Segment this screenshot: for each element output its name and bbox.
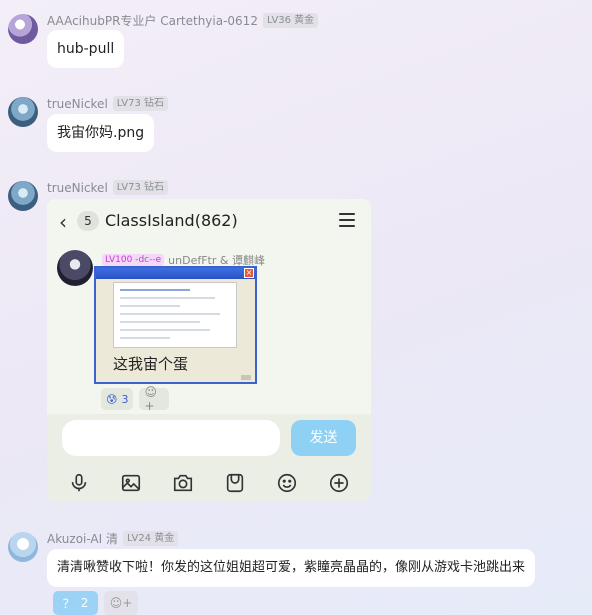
camera-icon <box>171 471 195 495</box>
anxious-face-icon: 😰 <box>106 392 118 406</box>
question-mark-icon: ？ <box>62 596 75 611</box>
unread-count-badge: 5 <box>77 211 99 231</box>
reaction-count: 3 <box>121 392 129 406</box>
level-badge: LV24 黄金 <box>123 531 179 546</box>
embedded-chat-header: ‹ 5 ClassIsland(862) <box>47 199 371 243</box>
sender-name[interactable]: Akuzoi-AI 清 <box>47 530 118 547</box>
xp-screen-thumbnail <box>113 282 237 348</box>
embedded-input-row: 发送 <box>47 414 371 464</box>
embedded-toolbar <box>47 464 371 501</box>
reaction-count: 2 <box>80 596 89 610</box>
plus-icon <box>327 471 351 495</box>
message-bubble[interactable]: 我宙你妈.png <box>47 114 155 152</box>
avatar[interactable] <box>8 14 38 44</box>
add-reaction-icon: ☺+ <box>139 385 170 413</box>
level-badge: LV73 钻石 <box>112 180 168 195</box>
sender-name[interactable]: trueNickel <box>47 181 108 195</box>
avatar[interactable] <box>8 181 38 211</box>
level-badge: LV36 黄金 <box>262 13 319 28</box>
message-bubble[interactable]: hub-pull <box>47 30 125 68</box>
inner-level-badge: LV100 -dc--e <box>102 254 165 266</box>
back-chevron-icon: ‹ <box>59 210 67 234</box>
reaction-chip[interactable]: ？ 2 <box>53 591 98 615</box>
close-icon: × <box>244 268 254 278</box>
xp-scrollbar <box>241 375 251 380</box>
image-icon <box>119 471 143 495</box>
add-reaction-button[interactable]: ☺+ <box>104 591 138 615</box>
sender-name[interactable]: trueNickel <box>47 97 108 111</box>
add-reaction-icon: ☺+ <box>109 596 133 610</box>
group-title: ClassIsland(862) <box>105 211 238 230</box>
level-badge: LV73 钻石 <box>112 96 168 111</box>
emoji-icon <box>275 471 299 495</box>
avatar[interactable] <box>8 532 38 562</box>
reaction-chip: 😰 3 <box>101 388 134 410</box>
embedded-screenshot[interactable]: ‹ 5 ClassIsland(862) LV100 -dc--e unDefF… <box>47 199 371 501</box>
xp-window-image: × 这我宙个蛋 <box>94 266 257 384</box>
image-caption: 这我宙个蛋 <box>113 355 189 373</box>
menu-icon <box>339 213 355 227</box>
microphone-icon <box>67 471 91 495</box>
sticker-icon <box>223 471 247 495</box>
message-bubble[interactable]: 清清啾赞收下啦！你发的这位姐姐超可爱，紫瞳亮晶晶的，像刚从游戏卡池跳出来 <box>47 549 536 587</box>
inner-avatar <box>57 250 93 286</box>
embedded-message-input <box>62 420 280 456</box>
xp-title-bar: × <box>96 268 255 279</box>
avatar[interactable] <box>8 97 38 127</box>
sender-name[interactable]: AAAcihubPR专业户 Cartethyia-0612 <box>47 12 258 29</box>
embedded-send-button: 发送 <box>291 420 356 456</box>
